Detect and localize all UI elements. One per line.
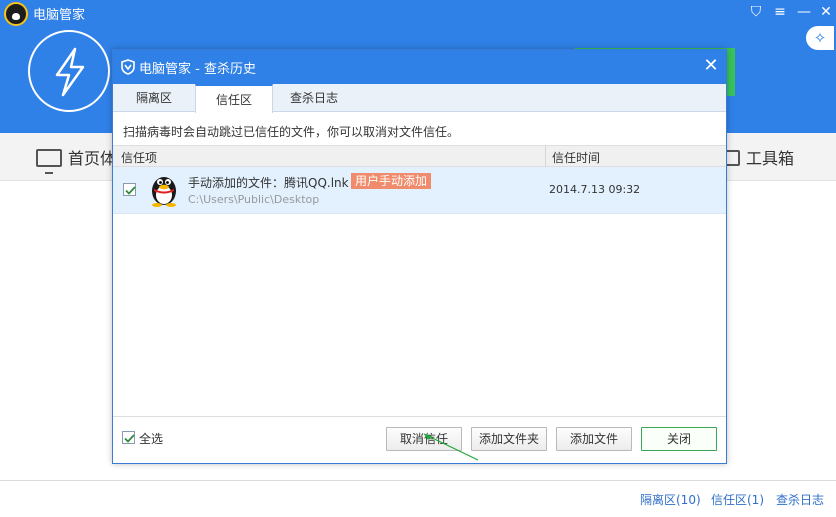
tab-scan-log[interactable]: 查杀日志 — [273, 84, 355, 112]
column-header-item[interactable]: 信任项 — [121, 149, 157, 166]
row-checkbox[interactable] — [123, 183, 136, 196]
footer-link-log[interactable]: 查杀日志 — [776, 491, 824, 508]
table-header: 信任项 信任时间 — [113, 145, 726, 167]
close-icon[interactable]: ✕ — [816, 2, 836, 22]
trust-description: 扫描病毒时会自动跳过已信任的文件，你可以取消对文件信任。 — [123, 125, 460, 139]
add-folder-button[interactable]: 添加文件夹 — [471, 427, 547, 451]
speedup-button[interactable] — [28, 30, 110, 112]
checkmark-icon — [125, 186, 136, 195]
nav-tools[interactable]: 工具箱 — [722, 145, 794, 169]
mouse-cursor-icon — [423, 433, 479, 461]
lightning-icon — [55, 47, 85, 97]
nav-home[interactable]: 首页体 — [36, 145, 117, 174]
dialog-close-icon[interactable]: ✕ — [701, 56, 721, 76]
menu-icon[interactable]: ≡ — [770, 2, 790, 22]
column-divider[interactable] — [545, 146, 546, 167]
row-file-name: 手动添加的文件：腾讯QQ.lnk — [188, 176, 349, 190]
shield-menu-icon[interactable]: ⛉ — [746, 2, 766, 22]
dialog-tabs: 隔离区 信任区 查杀日志 — [113, 84, 726, 113]
monitor-icon — [36, 149, 62, 174]
dialog-title: 电脑管家 - 查杀历史 — [139, 62, 256, 77]
shield-icon — [121, 59, 135, 75]
add-file-button[interactable]: 添加文件 — [556, 427, 632, 451]
app-logo-icon — [4, 2, 28, 26]
footer-divider — [0, 480, 836, 481]
nav-home-label: 首页体 — [68, 149, 117, 168]
app-title: 电脑管家 — [33, 8, 86, 23]
checkmark-icon — [124, 434, 135, 443]
scan-history-dialog: 电脑管家 - 查杀历史 ✕ 隔离区 信任区 查杀日志 扫描病毒时会自动跳过已信任… — [112, 49, 727, 464]
row-trust-time: 2014.7.13 09:32 — [549, 183, 641, 196]
nav-tools-label: 工具箱 — [746, 149, 795, 168]
column-header-time[interactable]: 信任时间 — [552, 149, 600, 166]
select-all-checkbox[interactable] — [122, 431, 135, 444]
sparkle-icon[interactable]: ✧ — [806, 26, 834, 50]
tab-trust[interactable]: 信任区 — [195, 84, 273, 113]
dialog-footer-divider — [113, 416, 726, 417]
footer-link-quarantine[interactable]: 隔离区(10) — [640, 491, 701, 508]
footer-link-trust[interactable]: 信任区(1) — [711, 491, 764, 508]
row-file-path: C:\Users\Public\Desktop — [188, 193, 320, 206]
dialog-titlebar[interactable]: 电脑管家 - 查杀历史 ✕ — [113, 50, 726, 84]
table-row[interactable]: 手动添加的文件：腾讯QQ.lnk 用户手动添加 C:\Users\Public\… — [113, 167, 726, 214]
close-button[interactable]: 关闭 — [641, 427, 717, 451]
minimize-icon[interactable]: — — [794, 2, 814, 22]
tab-quarantine[interactable]: 隔离区 — [113, 84, 195, 112]
status-badge: 用户手动添加 — [351, 173, 432, 189]
select-all-label: 全选 — [139, 432, 164, 446]
qq-penguin-icon — [152, 177, 176, 207]
